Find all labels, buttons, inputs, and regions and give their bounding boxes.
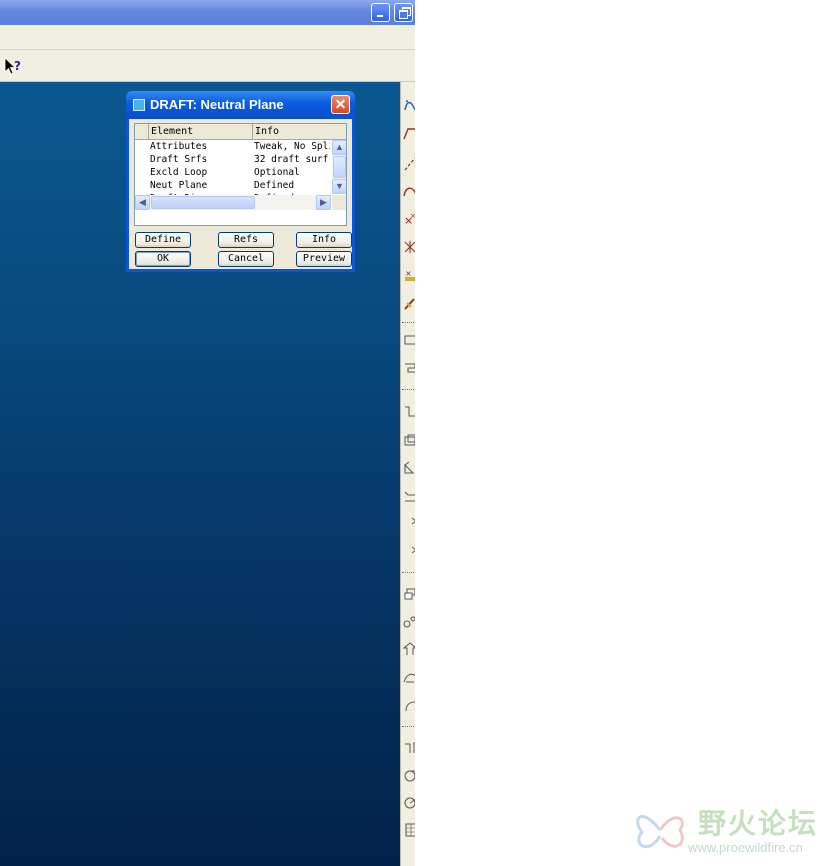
dialog-body: Element Info Attributes Tweak, No Split …: [129, 119, 352, 269]
extend-icon[interactable]: [403, 699, 415, 713]
trim-icon[interactable]: [403, 670, 415, 684]
ok-button[interactable]: OK: [135, 251, 191, 267]
element-info: Tweak, No Split: [254, 141, 330, 152]
scrollbar-corner: [332, 195, 346, 210]
datum-point-icon[interactable]: ××: [403, 212, 415, 226]
element-name: Draft Srfs: [150, 154, 208, 165]
sketched-curve-icon[interactable]: [403, 184, 415, 198]
vertical-scroll-thumb[interactable]: [333, 156, 346, 178]
refs-button[interactable]: Refs: [218, 232, 274, 248]
merge-icon[interactable]: [403, 642, 415, 656]
rib-icon[interactable]: [403, 461, 415, 475]
round-icon[interactable]: [403, 516, 415, 530]
define-button[interactable]: Define: [135, 232, 191, 248]
watermark-url: www.proewildfire.cn: [688, 840, 803, 855]
restore-button[interactable]: [394, 3, 413, 22]
restore-icon-front: [399, 10, 408, 19]
element-row[interactable]: Excld Loop Optional: [135, 166, 330, 179]
element-name: Excld Loop: [150, 167, 208, 178]
right-feature-toolbar: × × ×: [400, 82, 415, 866]
user-defined-feature-icon[interactable]: [403, 297, 415, 311]
svg-text:?: ?: [14, 59, 21, 73]
column-header-blank: [135, 124, 149, 140]
offset-icon[interactable]: [403, 740, 415, 754]
element-info: Defined: [254, 180, 295, 191]
minimize-icon: [377, 15, 383, 17]
scroll-down-icon[interactable]: ▼: [332, 179, 346, 194]
copy-icon[interactable]: [403, 587, 415, 601]
dialog-title-bar[interactable]: DRAFT: Neutral Plane: [126, 91, 355, 119]
element-name: Attributes: [150, 141, 208, 152]
element-name: Neut Plane: [150, 180, 208, 191]
datum-curve-icon[interactable]: [403, 98, 415, 112]
application-window: ? × × × DRAFT: Neutral Plane Element Inf…: [0, 0, 415, 866]
draft-neutral-plane-dialog: DRAFT: Neutral Plane Element Info Attrib…: [126, 91, 355, 272]
analysis-feature-icon[interactable]: ×: [403, 268, 415, 282]
butterfly-logo-icon: [636, 815, 684, 849]
element-info: 32 draft surf: [254, 154, 329, 165]
thicken-icon[interactable]: [403, 768, 415, 782]
title-bar[interactable]: [0, 0, 415, 25]
toolbar-separator: [402, 389, 415, 390]
toolbar-separator: [402, 572, 415, 573]
toolbar-separator: [402, 322, 415, 323]
element-list[interactable]: Element Info Attributes Tweak, No Split …: [134, 123, 347, 226]
table-icon[interactable]: [403, 823, 415, 837]
solidify-icon[interactable]: [403, 795, 415, 809]
svg-text:×: ×: [410, 212, 415, 220]
scroll-right-icon[interactable]: ▶: [316, 195, 331, 210]
watermark-text: 野火论坛: [698, 807, 819, 840]
element-row[interactable]: Neut Plane Defined: [135, 179, 330, 192]
dialog-window-icon: [133, 99, 145, 111]
horizontal-scrollbar[interactable]: ◀ ▶: [135, 195, 331, 210]
top-toolbar: [0, 50, 415, 82]
svg-text:×: ×: [405, 269, 412, 278]
context-help-icon[interactable]: ?: [3, 56, 23, 76]
dialog-close-button[interactable]: [331, 95, 350, 114]
column-header-info[interactable]: Info: [253, 124, 346, 140]
datum-plane-icon[interactable]: [403, 127, 415, 141]
cancel-button[interactable]: Cancel: [218, 251, 274, 267]
hole-icon[interactable]: [403, 404, 415, 418]
shell-icon[interactable]: [403, 433, 415, 447]
horizontal-scroll-thumb[interactable]: [151, 196, 255, 209]
dialog-title: DRAFT: Neutral Plane: [150, 97, 284, 112]
extrude-icon[interactable]: [403, 333, 415, 347]
column-header-element[interactable]: Element: [149, 124, 253, 140]
coordinate-system-icon[interactable]: [403, 240, 415, 254]
vertical-scrollbar[interactable]: ▲ ▼: [332, 140, 346, 194]
scroll-left-icon[interactable]: ◀: [135, 195, 150, 210]
chamfer-icon[interactable]: [403, 544, 415, 558]
element-info: Optional: [254, 167, 300, 178]
site-watermark: 野火论坛 www.proewildfire.cn: [630, 800, 830, 860]
draft-icon[interactable]: [403, 489, 415, 503]
element-row[interactable]: Draft Srfs 32 draft surf: [135, 153, 330, 166]
preview-button[interactable]: Preview: [296, 251, 352, 267]
minimize-button[interactable]: [371, 3, 390, 22]
revolve-icon[interactable]: [403, 361, 415, 375]
info-button[interactable]: Info: [296, 232, 352, 248]
menu-bar: [0, 25, 415, 50]
mirror-icon[interactable]: [403, 615, 415, 629]
toolbar-separator: [402, 726, 415, 727]
scroll-up-icon[interactable]: ▲: [332, 140, 346, 155]
datum-axis-icon[interactable]: [403, 157, 415, 171]
element-row[interactable]: Attributes Tweak, No Split: [135, 140, 330, 153]
